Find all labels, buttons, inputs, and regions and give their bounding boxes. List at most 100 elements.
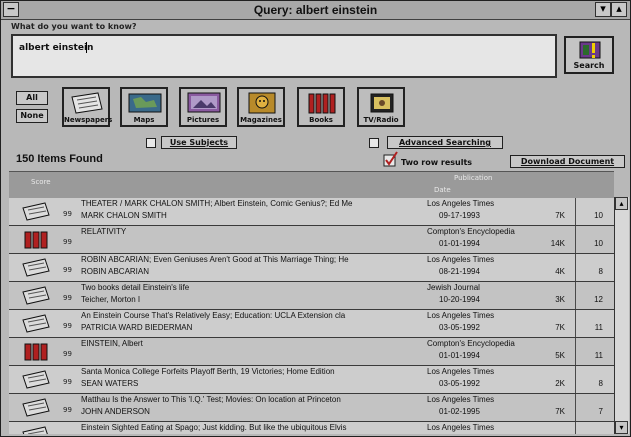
result-publication: Los Angeles Times — [427, 311, 495, 320]
newspaper-icon — [22, 398, 50, 417]
result-title: Two books detail Einstein's life — [81, 283, 190, 292]
magazine-icon — [248, 92, 276, 114]
use-subjects-checkbox[interactable] — [146, 138, 156, 148]
tv-radio-icon — [370, 93, 394, 113]
books-icon — [308, 93, 336, 114]
select-none-button[interactable]: None — [16, 109, 48, 123]
category-maps[interactable]: Maps — [120, 87, 168, 127]
query-window: − Query: albert einstein ▾ ▴ What do you… — [0, 0, 631, 437]
result-author: SEAN WATERS — [81, 379, 139, 388]
category-label-books: Books — [309, 116, 333, 124]
result-score: 99 — [63, 350, 72, 358]
query-input[interactable]: albert einstein — [11, 34, 557, 78]
result-author: JOHN ANDERSON — [81, 407, 150, 416]
search-icon — [579, 41, 601, 59]
result-publication: Los Angeles Times — [427, 199, 495, 208]
two-row-checkbox-icon[interactable] — [383, 151, 399, 167]
result-author: ROBIN ABCARIAN — [81, 267, 150, 276]
result-size: 5K — [555, 351, 565, 360]
result-title: Matthau Is the Answer to This 'I.Q.' Tes… — [81, 395, 341, 404]
result-author: Teicher, Morton I — [81, 295, 141, 304]
result-date: 09-17-1993 — [439, 211, 480, 220]
window-title: Query: albert einstein — [253, 3, 378, 17]
category-newspapers[interactable]: Newspapers — [62, 87, 113, 127]
result-date: 01-01-1994 — [439, 239, 480, 248]
minimize-button[interactable]: ▾ — [595, 2, 611, 17]
result-score: 99 — [63, 322, 72, 330]
result-pages: 12 — [594, 295, 603, 304]
column-divider — [575, 310, 576, 337]
use-subjects-button[interactable]: Use Subjects — [161, 136, 237, 149]
result-pages: 10 — [594, 239, 603, 248]
result-pages: 8 — [598, 379, 603, 388]
header-score[interactable]: Score — [31, 178, 51, 186]
category-pictures[interactable]: Pictures — [179, 87, 227, 127]
result-date: 08-21-1994 — [439, 267, 480, 276]
title-bar[interactable]: − Query: albert einstein ▾ ▴ — [1, 1, 630, 20]
map-icon — [128, 93, 162, 113]
results-scrollbar[interactable]: ▴ ▾ — [614, 197, 629, 434]
header-publication[interactable]: Publication — [454, 174, 492, 182]
result-publication: Los Angeles Times — [427, 255, 495, 264]
book-icon — [24, 231, 48, 249]
two-row-results-label: Two row results — [401, 158, 473, 167]
column-divider — [575, 282, 576, 309]
result-row[interactable]: 99 EINSTEIN, Albert Compton's Encyclopedia… — [9, 338, 614, 366]
result-row[interactable]: 99 RELATIVITY Compton's Encyclopedia 01-01-… — [9, 226, 614, 254]
result-title: An Einstein Course That's Relatively Eas… — [81, 311, 346, 320]
result-row[interactable]: 99Einstein Sighted Eating at Spago; Just… — [9, 422, 614, 434]
column-divider — [575, 198, 576, 225]
column-divider — [575, 394, 576, 421]
newspaper-icon — [22, 258, 50, 277]
result-score: 99 — [63, 238, 72, 246]
result-score: 99 — [63, 210, 72, 218]
category-label-maps: Maps — [133, 116, 155, 124]
download-document-button[interactable]: Download Document — [510, 155, 625, 168]
column-divider — [575, 422, 576, 434]
result-size: 14K — [550, 239, 565, 248]
result-score: 99 — [63, 406, 72, 414]
result-title: ROBIN ABCARIAN; Even Geniuses Aren't Goo… — [81, 255, 349, 264]
result-row[interactable]: 99 Santa Monica College Forfeits Playoff … — [9, 366, 614, 394]
results-list: 99 THEATER / MARK CHALON SMITH; Albert Ei… — [9, 198, 614, 434]
scroll-up-button[interactable]: ▴ — [615, 197, 628, 210]
search-button[interactable]: Search — [564, 36, 614, 74]
scroll-down-button[interactable]: ▾ — [615, 421, 628, 434]
result-publication: Jewish Journal — [427, 283, 480, 292]
maximize-button[interactable]: ▴ — [611, 2, 627, 17]
result-size: 2K — [555, 379, 565, 388]
category-books[interactable]: Books — [297, 87, 345, 127]
result-row[interactable]: 99 ROBIN ABCARIAN; Even Geniuses Aren't G… — [9, 254, 614, 282]
result-row[interactable]: 99 An Einstein Course That's Relatively E… — [9, 310, 614, 338]
result-date: 01-02-1995 — [439, 407, 480, 416]
result-size: 7K — [555, 323, 565, 332]
result-date: 03-05-1992 — [439, 323, 480, 332]
result-title: Santa Monica College Forfeits Playoff Be… — [81, 367, 335, 376]
advanced-searching-checkbox[interactable] — [369, 138, 379, 148]
category-label-pictures: Pictures — [186, 116, 220, 124]
result-row[interactable]: 99 THEATER / MARK CHALON SMITH; Albert Ei… — [9, 198, 614, 226]
result-author: PATRICIA WARD BIEDERMAN — [81, 323, 193, 332]
result-title: THEATER / MARK CHALON SMITH; Albert Eins… — [81, 199, 353, 208]
book-icon — [24, 343, 48, 361]
result-publication: Los Angeles Times — [427, 395, 495, 404]
category-magazines[interactable]: Magazines — [237, 87, 285, 127]
select-all-button[interactable]: All — [16, 91, 48, 105]
category-label-newspapers: Newspapers — [64, 116, 113, 124]
result-publication: Compton's Encyclopedia — [427, 227, 515, 236]
results-count: 150 Items Found — [16, 153, 103, 165]
result-score: 99 — [63, 378, 72, 386]
result-title: RELATIVITY — [81, 227, 127, 236]
newspaper-icon — [22, 286, 50, 305]
category-tv-radio[interactable]: TV/Radio — [357, 87, 405, 127]
result-pages: 11 — [594, 351, 603, 360]
result-pages: 7 — [598, 407, 603, 416]
header-date[interactable]: Date — [434, 186, 451, 194]
result-title: EINSTEIN, Albert — [81, 339, 143, 348]
advanced-searching-button[interactable]: Advanced Searching — [387, 136, 503, 149]
result-row[interactable]: 99 Matthau Is the Answer to This 'I.Q.' T… — [9, 394, 614, 422]
result-row[interactable]: 99 Two books detail Einstein's life Jewish… — [9, 282, 614, 310]
result-author: MARK CHALON SMITH — [81, 211, 167, 220]
results-header: Score Publication Date — [9, 171, 614, 200]
result-publication: Los Angeles Times — [427, 423, 495, 432]
